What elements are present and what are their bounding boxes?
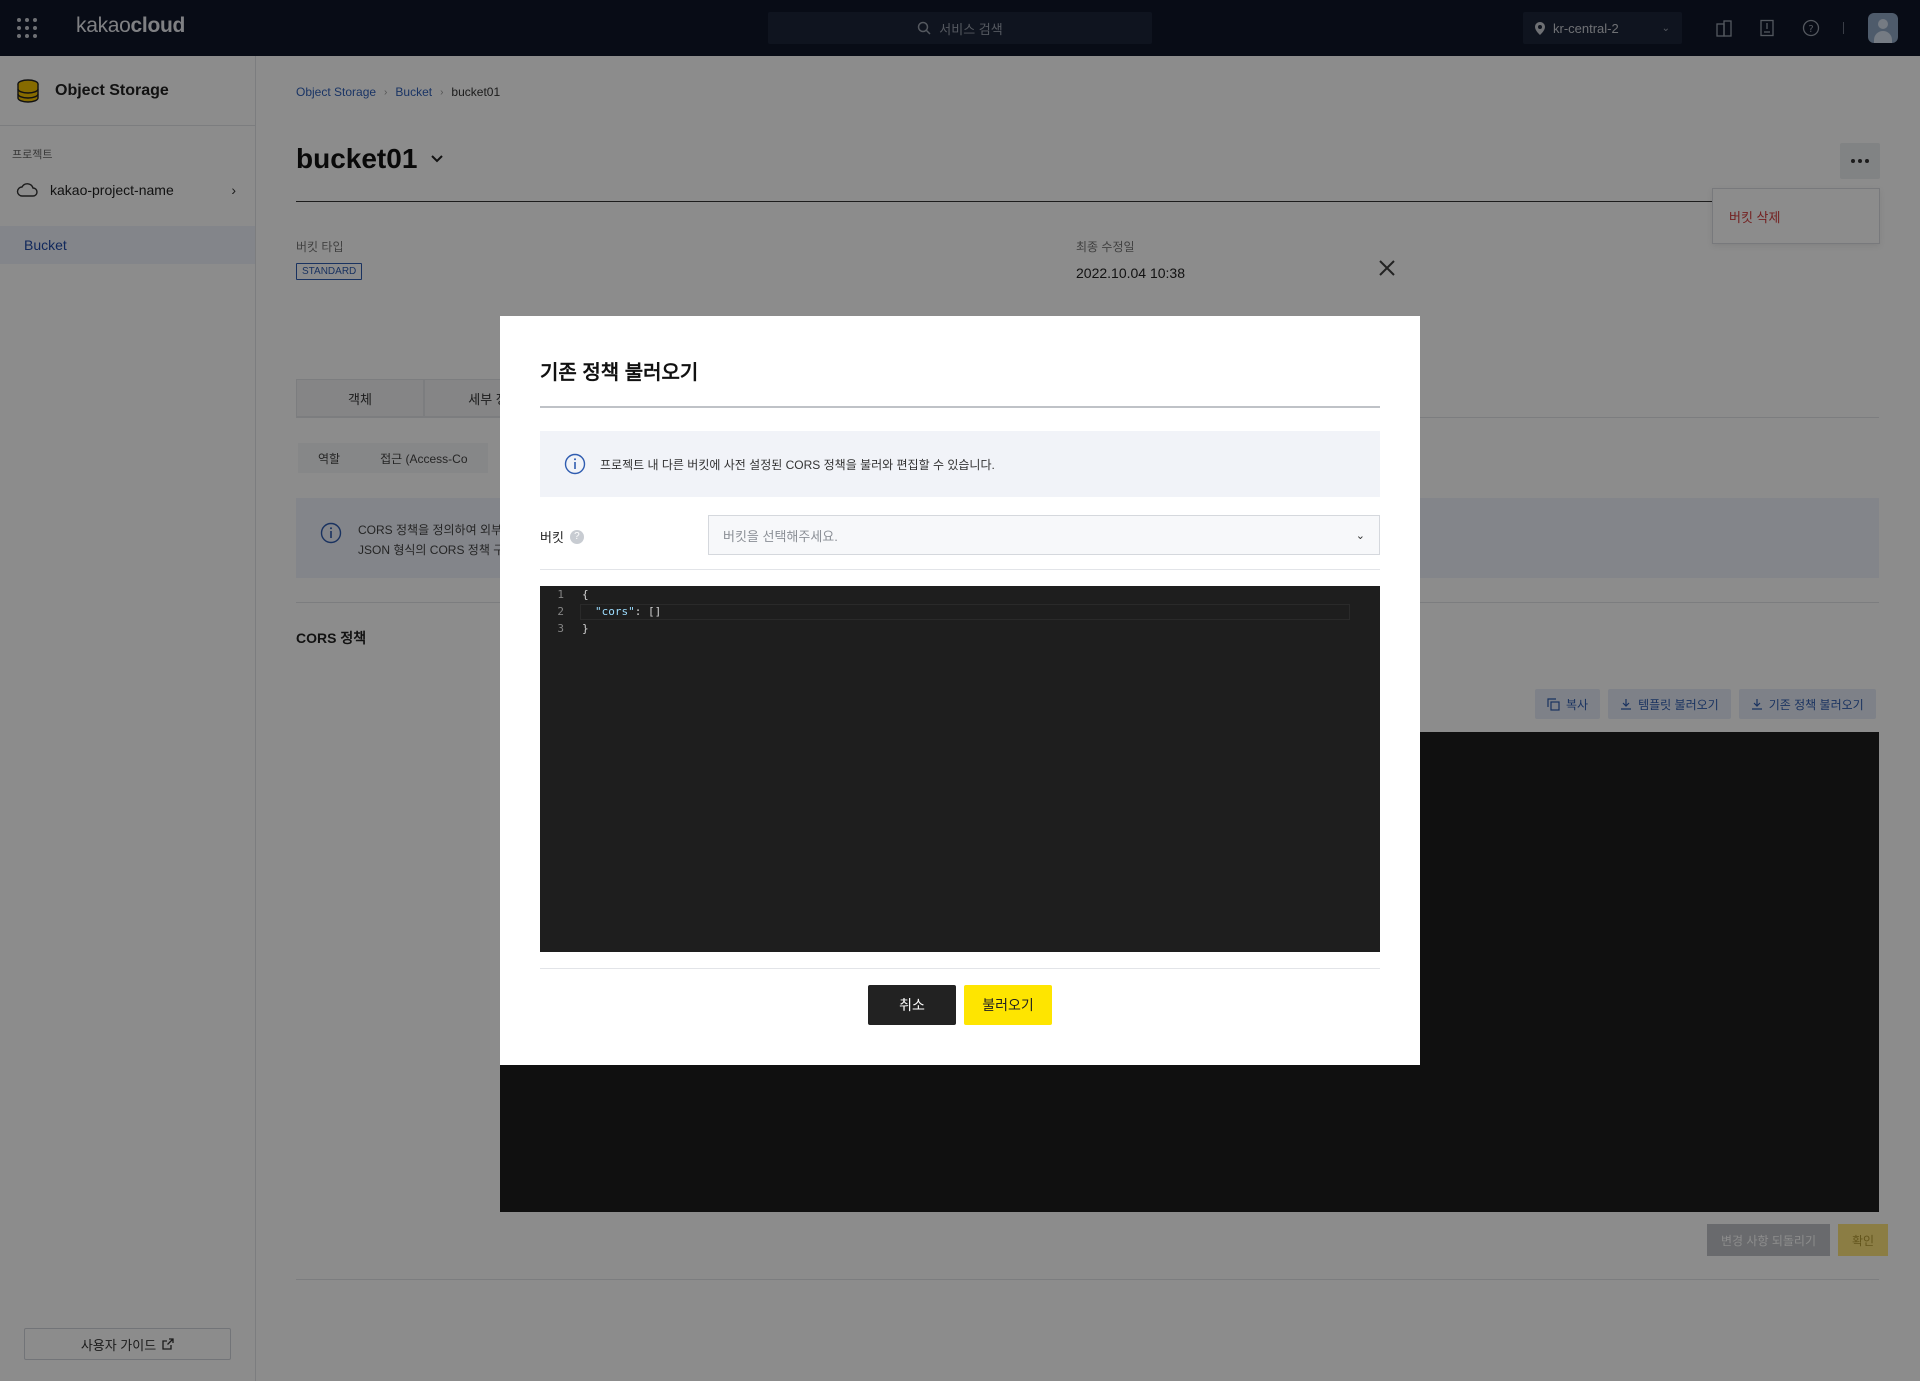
line-number: 2 (557, 605, 564, 618)
load-button[interactable]: 불러오기 (964, 985, 1052, 1025)
info-icon (564, 453, 586, 475)
line-number: 1 (557, 588, 564, 601)
load-existing-policy-dialog: 기존 정책 불러오기 프로젝트 내 다른 버킷에 사전 설정된 CORS 정책을… (500, 316, 1420, 1065)
help-icon[interactable]: ? (569, 529, 584, 544)
code-text: { (582, 588, 589, 601)
dialog-info-banner: 프로젝트 내 다른 버킷에 사전 설정된 CORS 정책을 불러와 편집할 수 … (540, 431, 1380, 497)
dialog-title: 기존 정책 불러오기 (540, 362, 699, 384)
cancel-button[interactable]: 취소 (868, 985, 956, 1025)
code-key: "cors" (595, 605, 635, 618)
dialog-title-divider (540, 406, 1380, 408)
bucket-field-label: 버킷 ? (540, 527, 584, 546)
bucket-select[interactable]: 버킷을 선택해주세요. ⌄ (708, 515, 1380, 555)
bucket-select-placeholder: 버킷을 선택해주세요. (723, 528, 838, 544)
dialog-divider (540, 569, 1380, 570)
dialog-info-text: 프로젝트 내 다른 버킷에 사전 설정된 CORS 정책을 불러와 편집할 수 … (600, 457, 995, 472)
code-line: 1 { (540, 586, 1380, 603)
dialog-footer-divider (540, 968, 1380, 969)
code-text: } (582, 622, 589, 635)
current-line-highlight (580, 604, 1350, 620)
close-icon[interactable] (1377, 258, 1397, 278)
chevron-down-icon: ⌄ (1355, 529, 1365, 542)
line-number: 3 (557, 622, 564, 635)
code-text: "cors": [] (595, 603, 661, 620)
bucket-field-label-text: 버킷 (540, 530, 564, 545)
code-line: 2 "cors": [] (540, 603, 1380, 620)
code-line: 3 } (540, 620, 1380, 637)
code-rest: : [] (634, 605, 662, 618)
policy-code-editor[interactable]: 1 { 2 "cors": [] 3 } (540, 586, 1380, 952)
